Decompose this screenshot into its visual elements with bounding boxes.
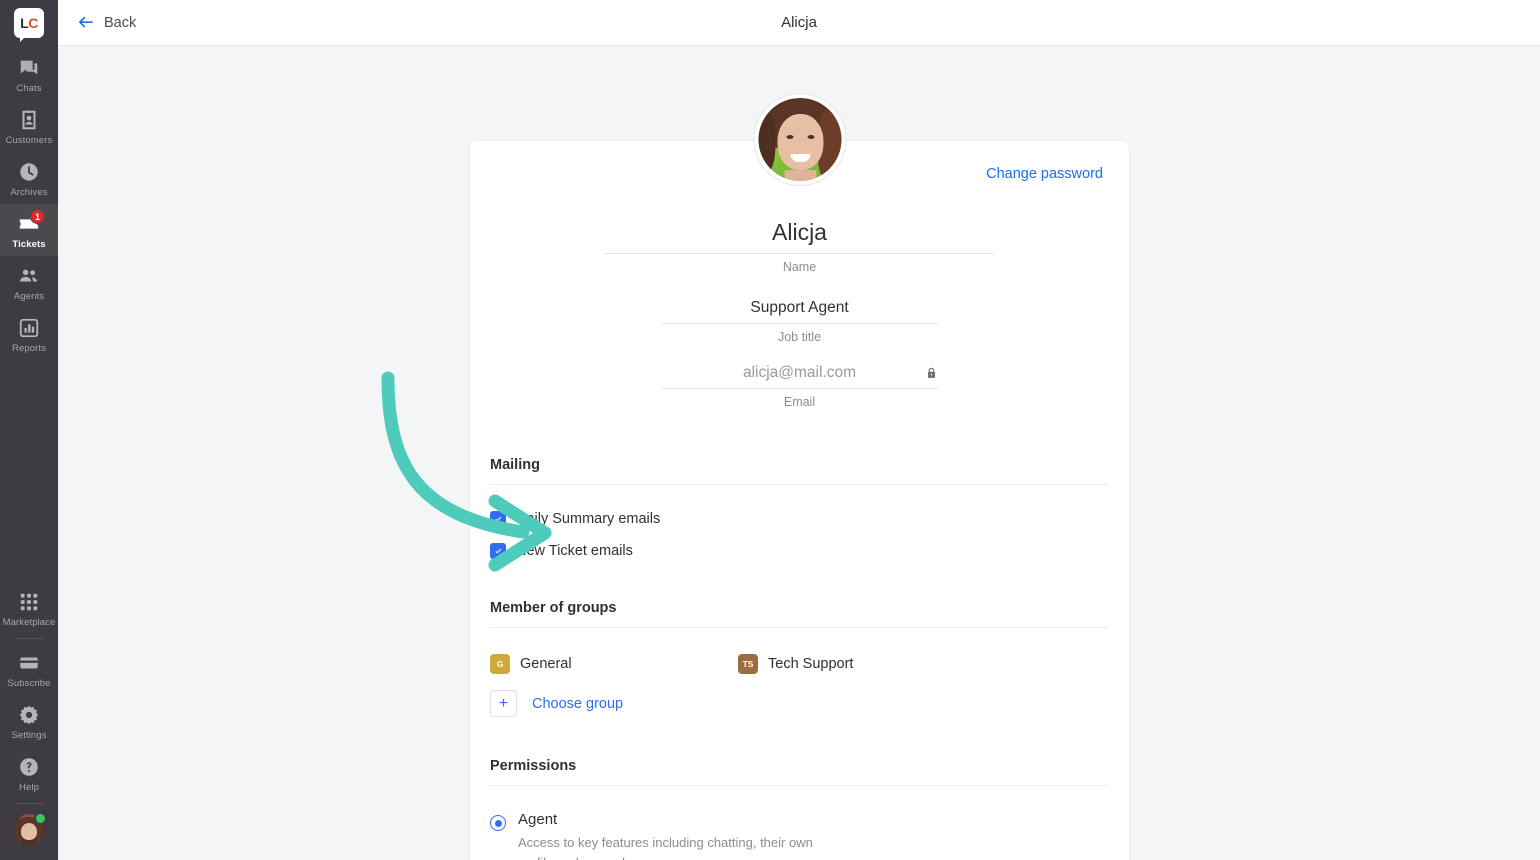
groups-section: Member of groups G General TS Tech Suppo…: [490, 600, 1109, 717]
sidebar-item-label: Customers: [5, 135, 53, 146]
online-status-dot: [34, 812, 47, 825]
main-area: Back Alicja Change password Alicja Name …: [58, 0, 1540, 860]
group-name-label: General: [520, 656, 572, 672]
mailing-section: Mailing Daily Summary emails New Ticket …: [490, 457, 1109, 559]
checkbox-row-new-ticket[interactable]: New Ticket emails: [490, 543, 1109, 559]
help-icon: [18, 756, 40, 778]
agent-radio-button[interactable]: [490, 815, 506, 831]
lock-icon: [925, 366, 938, 380]
agent-permission-description: Access to key features including chattin…: [518, 835, 813, 860]
chats-icon: [18, 57, 40, 79]
back-button[interactable]: Back: [76, 13, 136, 32]
email-field-group: alicja@mail.com Email: [470, 364, 1129, 409]
logo-letter-l: L: [20, 15, 29, 31]
sidebar-item-label: Reports: [12, 343, 46, 354]
choose-group-row[interactable]: + Choose group: [490, 690, 1109, 717]
sidebar-item-label: Tickets: [12, 239, 46, 250]
groups-list: G General TS Tech Support: [490, 654, 1109, 674]
sidebar-item-chats[interactable]: Chats: [0, 48, 58, 100]
permission-option-agent[interactable]: Agent Access to key features including c…: [490, 811, 1109, 860]
sidebar-item-tickets[interactable]: 1 Tickets: [0, 204, 58, 256]
sidebar-item-label: Agents: [13, 291, 45, 302]
group-name-label: Tech Support: [768, 656, 854, 672]
livechat-logo[interactable]: LC: [14, 8, 44, 42]
change-password-link[interactable]: Change password: [986, 166, 1103, 182]
sidebar-divider: [14, 803, 44, 804]
sidebar-item-reports[interactable]: Reports: [0, 308, 58, 360]
agent-permission-title: Agent: [518, 811, 558, 828]
logo-letter-c: C: [28, 15, 38, 31]
content-area: Change password Alicja Name Support Agen…: [58, 46, 1540, 860]
sidebar-item-label: Marketplace: [2, 617, 56, 628]
arrow-left-icon: [76, 13, 95, 32]
job-title-field-caption: Job title: [777, 330, 822, 344]
agents-icon: [18, 265, 40, 287]
new-ticket-label: New Ticket emails: [516, 543, 633, 559]
reports-icon: [18, 317, 40, 339]
sidebar-item-agents[interactable]: Agents: [0, 256, 58, 308]
app-root: LC Chats Customers Archives 1 Tickets Ag…: [0, 0, 1540, 860]
name-field-group: Alicja Name: [470, 219, 1129, 274]
group-badge-icon: G: [490, 654, 510, 674]
permissions-section: Permissions Agent Access to key features…: [490, 758, 1109, 860]
sidebar-item-customers[interactable]: Customers: [0, 100, 58, 152]
group-badge-icon: TS: [738, 654, 758, 674]
plus-icon[interactable]: +: [490, 690, 517, 717]
sidebar-item-label: Settings: [11, 730, 47, 741]
permissions-section-title: Permissions: [490, 758, 1109, 786]
email-field-caption: Email: [783, 395, 816, 409]
job-title-input[interactable]: Support Agent: [661, 299, 938, 324]
group-item-tech-support[interactable]: TS Tech Support: [738, 654, 986, 674]
group-item-general[interactable]: G General: [490, 654, 738, 674]
gear-icon: [18, 704, 40, 726]
mailing-section-title: Mailing: [490, 457, 1109, 485]
marketplace-icon: [18, 591, 40, 613]
back-label: Back: [104, 14, 137, 31]
profile-card: Change password Alicja Name Support Agen…: [469, 94, 1130, 860]
page-title: Alicja: [781, 14, 817, 31]
sidebar-item-label: Subscribe: [7, 678, 51, 689]
sidebar-item-settings[interactable]: Settings: [0, 695, 58, 747]
tickets-badge: 1: [29, 209, 45, 224]
daily-summary-checkbox[interactable]: [490, 511, 506, 527]
sidebar: LC Chats Customers Archives 1 Tickets Ag…: [0, 0, 58, 860]
groups-section-title: Member of groups: [490, 600, 1109, 628]
checkbox-row-daily-summary[interactable]: Daily Summary emails: [490, 511, 1109, 527]
email-input: alicja@mail.com: [661, 364, 938, 389]
sidebar-item-archives[interactable]: Archives: [0, 152, 58, 204]
sidebar-item-label: Help: [19, 782, 39, 793]
name-field-caption: Name: [782, 260, 817, 274]
sidebar-item-marketplace[interactable]: Marketplace: [0, 582, 58, 634]
top-bar: Back Alicja: [58, 0, 1540, 46]
customers-icon: [18, 109, 40, 131]
job-title-field-group: Support Agent Job title: [470, 299, 1129, 344]
archives-icon: [18, 161, 40, 183]
sidebar-divider: [14, 638, 44, 639]
choose-group-link[interactable]: Choose group: [532, 696, 623, 712]
profile-avatar[interactable]: [754, 94, 845, 185]
current-user-avatar[interactable]: [13, 812, 47, 846]
subscribe-icon: [18, 652, 40, 674]
sidebar-item-label: Archives: [10, 187, 48, 198]
new-ticket-checkbox[interactable]: [490, 543, 506, 559]
sidebar-item-subscribe[interactable]: Subscribe: [0, 643, 58, 695]
daily-summary-label: Daily Summary emails: [516, 511, 661, 527]
name-input[interactable]: Alicja: [605, 219, 994, 254]
sidebar-item-help[interactable]: Help: [0, 747, 58, 799]
sidebar-item-label: Chats: [16, 83, 42, 94]
